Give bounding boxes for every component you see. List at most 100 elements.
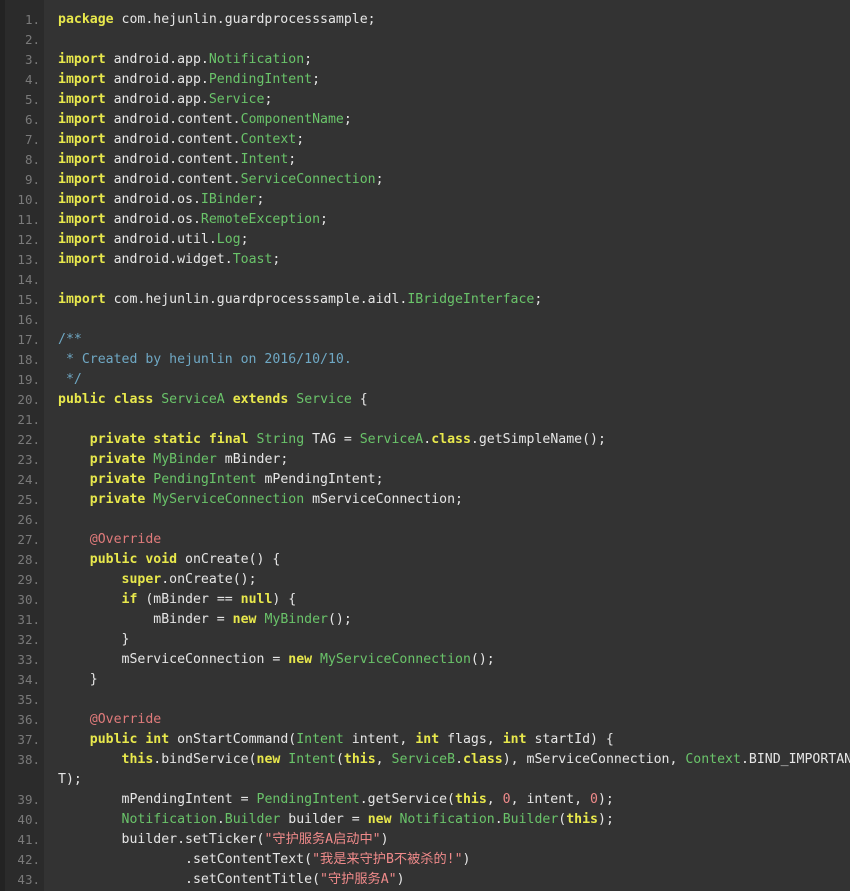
line-number[interactable]: 35.: [5, 690, 44, 710]
token-type: IBinder: [200, 192, 257, 207]
code-line[interactable]: /**: [58, 330, 850, 350]
line-number[interactable]: 15.: [5, 290, 44, 310]
line-number[interactable]: 19.: [5, 370, 44, 390]
code-line[interactable]: * Created by hejunlin on 2016/10/10.: [58, 350, 850, 370]
line-number[interactable]: 3.: [5, 50, 44, 70]
line-number[interactable]: 5.: [5, 90, 44, 110]
code-line[interactable]: public class ServiceA extends Service {: [58, 390, 850, 410]
line-number[interactable]: 31.: [5, 610, 44, 630]
code-line[interactable]: @Override: [58, 710, 850, 730]
code-line[interactable]: this.bindService(new Intent(this, Servic…: [58, 750, 850, 770]
code-line[interactable]: super.onCreate();: [58, 570, 850, 590]
code-line[interactable]: .setContentText("我是来守护B不被杀的!"): [58, 850, 850, 870]
line-number[interactable]: 9.: [5, 170, 44, 190]
code-line[interactable]: */: [58, 370, 850, 390]
code-line[interactable]: import android.app.Service;: [58, 90, 850, 110]
code-line[interactable]: import android.os.RemoteException;: [58, 210, 850, 230]
code-line[interactable]: [58, 310, 850, 330]
code-line[interactable]: [58, 410, 850, 430]
line-number[interactable]: 43.: [5, 870, 44, 890]
code-line[interactable]: if (mBinder == null) {: [58, 590, 850, 610]
line-number[interactable]: 2.: [5, 30, 44, 50]
code-line[interactable]: [58, 270, 850, 290]
line-number[interactable]: 26.: [5, 510, 44, 530]
line-number[interactable]: 25.: [5, 490, 44, 510]
line-number[interactable]: 27.: [5, 530, 44, 550]
line-number[interactable]: 14.: [5, 270, 44, 290]
code-line[interactable]: import android.content.ComponentName;: [58, 110, 850, 130]
code-line[interactable]: package com.hejunlin.guardprocesssample;: [58, 10, 850, 30]
code-line[interactable]: Notification.Builder builder = new Notif…: [58, 810, 850, 830]
line-number[interactable]: 22.: [5, 430, 44, 450]
line-number[interactable]: 7.: [5, 130, 44, 150]
line-number[interactable]: 32.: [5, 630, 44, 650]
token-plain: android.content.: [105, 132, 241, 147]
line-number[interactable]: 13.: [5, 250, 44, 270]
code-line[interactable]: import android.app.Notification;: [58, 50, 850, 70]
code-line[interactable]: public int onStartCommand(Intent intent,…: [58, 730, 850, 750]
line-number[interactable]: 10.: [5, 190, 44, 210]
line-number[interactable]: 16.: [5, 310, 44, 330]
line-number[interactable]: 40.: [5, 810, 44, 830]
line-number[interactable]: 30.: [5, 590, 44, 610]
code-line-wrapped[interactable]: T);: [58, 770, 850, 790]
code-line[interactable]: import android.os.IBinder;: [58, 190, 850, 210]
code-line[interactable]: }: [58, 630, 850, 650]
line-number[interactable]: 11.: [5, 210, 44, 230]
code-line[interactable]: mBinder = new MyBinder();: [58, 610, 850, 630]
code-line[interactable]: public void onCreate() {: [58, 550, 850, 570]
code-line[interactable]: .setContentTitle("守护服务A"): [58, 870, 850, 890]
line-number[interactable]: 36.: [5, 710, 44, 730]
code-line[interactable]: @Override: [58, 530, 850, 550]
line-number[interactable]: 42.: [5, 850, 44, 870]
code-editor[interactable]: 1. 2. 3. 4. 5. 6. 7. 8. 9. 10. 11. 12. 13. 14. 15. 16. 1…: [0, 0, 850, 891]
token-plain: ;: [272, 252, 281, 267]
token-type: Service: [296, 392, 352, 407]
line-number[interactable]: 23.: [5, 450, 44, 470]
line-number[interactable]: 34.: [5, 670, 44, 690]
line-number[interactable]: 38.: [5, 750, 44, 770]
line-number[interactable]: 33.: [5, 650, 44, 670]
code-line[interactable]: builder.setTicker("守护服务A启动中"): [58, 830, 850, 850]
line-number[interactable]: 24.: [5, 470, 44, 490]
line-number[interactable]: 18.: [5, 350, 44, 370]
code-line[interactable]: [58, 30, 850, 50]
code-line[interactable]: mPendingIntent = PendingIntent.getServic…: [58, 790, 850, 810]
code-line[interactable]: [58, 510, 850, 530]
line-number[interactable]: 28.: [5, 550, 44, 570]
line-number-wrapped[interactable]: [5, 770, 44, 790]
line-number[interactable]: 41.: [5, 830, 44, 850]
line-number[interactable]: 37.: [5, 730, 44, 750]
code-line[interactable]: import android.content.Context;: [58, 130, 850, 150]
line-number[interactable]: 20.: [5, 390, 44, 410]
code-line[interactable]: import android.content.ServiceConnection…: [58, 170, 850, 190]
code-line[interactable]: mServiceConnection = new MyServiceConnec…: [58, 650, 850, 670]
line-number[interactable]: 6.: [5, 110, 44, 130]
code-line[interactable]: private static final String TAG = Servic…: [58, 430, 850, 450]
code-line[interactable]: import com.hejunlin.guardprocesssample.a…: [58, 290, 850, 310]
line-number[interactable]: 12.: [5, 230, 44, 250]
code-line[interactable]: private PendingIntent mPendingIntent;: [58, 470, 850, 490]
line-number[interactable]: 17.: [5, 330, 44, 350]
code-line[interactable]: }: [58, 670, 850, 690]
code-line[interactable]: private MyBinder mBinder;: [58, 450, 850, 470]
line-number[interactable]: 21.: [5, 410, 44, 430]
line-number[interactable]: 8.: [5, 150, 44, 170]
code-line[interactable]: import android.content.Intent;: [58, 150, 850, 170]
code-line[interactable]: import android.util.Log;: [58, 230, 850, 250]
token-plain: ), mServiceConnection,: [502, 752, 686, 767]
token-kw: this: [343, 752, 376, 767]
line-number[interactable]: 4.: [5, 70, 44, 90]
line-number[interactable]: 39.: [5, 790, 44, 810]
line-number-gutter[interactable]: 1. 2. 3. 4. 5. 6. 7. 8. 9. 10. 11. 12. 13. 14. 15. 16. 1…: [5, 0, 44, 891]
line-number[interactable]: 29.: [5, 570, 44, 590]
code-line[interactable]: import android.app.PendingIntent;: [58, 70, 850, 90]
code-line[interactable]: [58, 690, 850, 710]
line-number[interactable]: 1.: [5, 10, 44, 30]
code-line[interactable]: private MyServiceConnection mServiceConn…: [58, 490, 850, 510]
code-line[interactable]: import android.widget.Toast;: [58, 250, 850, 270]
code-content-area[interactable]: package com.hejunlin.guardprocesssample;…: [44, 0, 850, 891]
token-kw: class: [463, 752, 503, 767]
